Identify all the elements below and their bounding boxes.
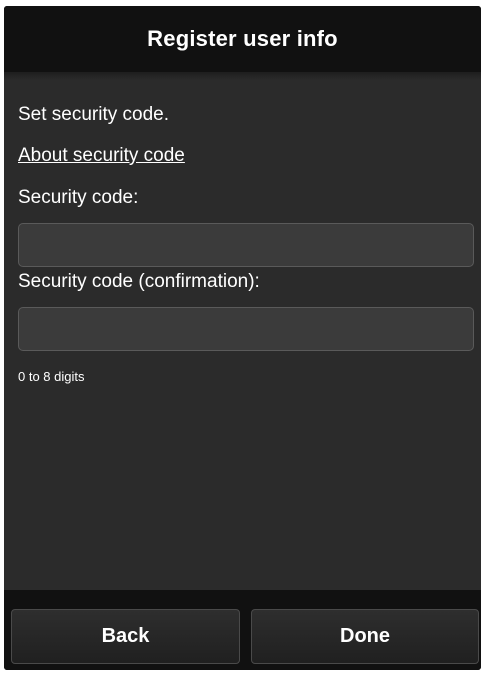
- about-security-code-link[interactable]: About security code: [18, 145, 185, 166]
- digits-hint: 0 to 8 digits: [18, 369, 85, 384]
- page-title: Register user info: [147, 26, 338, 51]
- security-code-input[interactable]: [18, 223, 474, 267]
- instruction-text: Set security code.: [18, 104, 170, 125]
- security-code-confirmation-label: Security code (confirmation):: [18, 271, 260, 292]
- form-content: Set security code. About security code S…: [18, 104, 474, 385]
- security-code-label: Security code:: [18, 187, 139, 208]
- footer-bar: Back Done: [4, 590, 481, 670]
- title-bar-shadow: [4, 72, 481, 80]
- done-button[interactable]: Done: [251, 609, 479, 664]
- title-bar: Register user info: [4, 6, 481, 72]
- dialog-frame: Register user info Set security code. Ab…: [4, 6, 481, 670]
- security-code-confirmation-input[interactable]: [18, 307, 474, 351]
- back-button[interactable]: Back: [11, 609, 240, 664]
